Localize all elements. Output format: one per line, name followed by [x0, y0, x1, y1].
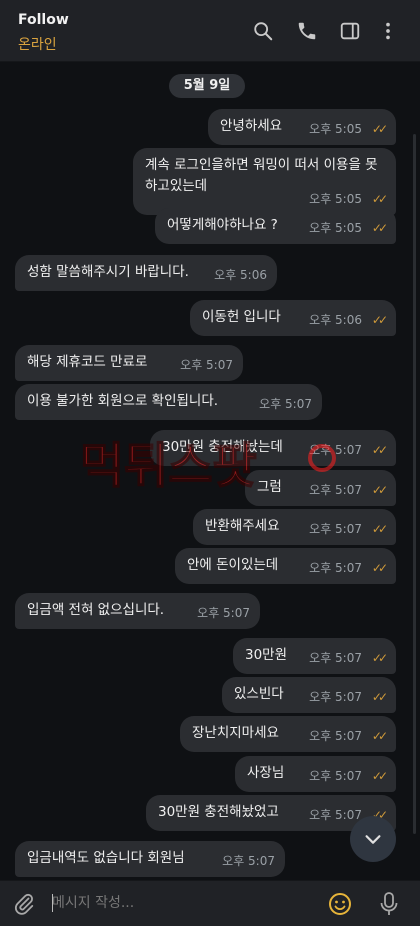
scroll-to-bottom-button[interactable]: [350, 816, 396, 862]
read-receipt-icon: ✓✓: [371, 729, 388, 743]
message-text: 사장님: [247, 765, 285, 781]
microphone-icon[interactable]: [378, 891, 400, 917]
read-receipt-icon: ✓✓: [371, 483, 388, 497]
read-receipt-icon: ✓✓: [371, 192, 388, 206]
read-receipt-icon: ✓✓: [371, 313, 388, 327]
message-input[interactable]: 메시지 작성...: [52, 891, 302, 915]
outgoing-message[interactable]: 안녕하세요 오후 5:05 ✓✓: [208, 109, 396, 145]
outgoing-message[interactable]: 계속 로그인을하면 워밍이 떠서 이용을 못하고있는데 오후 5:05 ✓✓: [133, 148, 396, 215]
message-time: 오후 5:05: [309, 221, 362, 235]
message-text: 어떻게해야하나요 ?: [167, 217, 278, 233]
incoming-message[interactable]: 성함 말씀해주시기 바랍니다. 오후 5:06: [15, 255, 277, 291]
message-text: 그럼: [257, 479, 282, 495]
message-time: 오후 5:06: [309, 313, 362, 327]
read-receipt-icon: ✓✓: [371, 690, 388, 704]
scrollbar[interactable]: [413, 134, 416, 834]
message-time: 오후 5:07: [309, 561, 362, 575]
outgoing-message[interactable]: 안에 돈이있는데 오후 5:07 ✓✓: [175, 548, 396, 584]
message-text: 30만원: [245, 647, 288, 663]
outgoing-message[interactable]: 사장님 오후 5:07 ✓✓: [235, 756, 396, 792]
message-text: 30만원 충전해놨었고: [158, 804, 279, 820]
incoming-message[interactable]: 이용 불가한 회원으로 확인됩니다. 오후 5:07: [15, 384, 322, 420]
outgoing-message[interactable]: 이동헌 입니다 오후 5:06 ✓✓: [190, 300, 396, 336]
incoming-message[interactable]: 입금내역도 없습니다 회원님 오후 5:07: [15, 841, 285, 877]
incoming-message[interactable]: 입금액 전혀 없으십니다. 오후 5:07: [15, 593, 260, 629]
message-time: 오후 5:05: [309, 192, 362, 206]
message-list[interactable]: 5월 9일 안녕하세요 오후 5:05 ✓✓ 계속 로그인을하면 워밍이 떠서 이용을…: [0, 62, 420, 880]
chat-header: Follow 온라인: [0, 0, 420, 62]
read-receipt-icon: ✓✓: [371, 122, 388, 136]
outgoing-message[interactable]: 있스빈다 오후 5:07 ✓✓: [222, 677, 396, 713]
outgoing-message[interactable]: 그럼 오후 5:07 ✓✓: [245, 470, 396, 506]
message-time: 오후 5:07: [309, 651, 362, 665]
incoming-message[interactable]: 해당 제휴코드 만료로 오후 5:07: [15, 345, 243, 381]
message-time: 오후 5:05: [309, 122, 362, 136]
chat-title[interactable]: Follow: [18, 12, 69, 28]
phone-icon[interactable]: [296, 20, 318, 42]
message-text: 반환해주세요: [205, 518, 280, 534]
read-receipt-icon: ✓✓: [371, 769, 388, 783]
read-receipt-icon: ✓✓: [371, 522, 388, 536]
message-time: 오후 5:07: [309, 483, 362, 497]
message-time: 오후 5:07: [259, 397, 312, 411]
message-text: 성함 말씀해주시기 바랍니다.: [27, 264, 189, 280]
message-time: 오후 5:07: [309, 522, 362, 536]
read-receipt-icon: ✓✓: [371, 443, 388, 457]
message-time: 오후 5:06: [214, 268, 267, 282]
message-time: 오후 5:07: [309, 443, 362, 457]
outgoing-message[interactable]: 반환해주세요 오후 5:07 ✓✓: [193, 509, 396, 545]
message-time: 오후 5:07: [309, 690, 362, 704]
message-text: 이동헌 입니다: [202, 309, 281, 325]
message-text: 장난치지마세요: [192, 725, 279, 741]
message-time: 오후 5:07: [222, 854, 275, 868]
message-text: 안에 돈이있는데: [187, 557, 279, 573]
read-receipt-icon: ✓✓: [371, 561, 388, 575]
date-separator: 5월 9일: [169, 74, 245, 98]
message-text: 30만원 충전해놨는데: [162, 439, 283, 455]
outgoing-message[interactable]: 장난치지마세요 오후 5:07 ✓✓: [180, 716, 396, 752]
message-time: 오후 5:07: [309, 808, 362, 822]
message-text: 해당 제휴코드 만료로: [27, 354, 148, 370]
emoji-icon[interactable]: [328, 892, 352, 916]
chevron-down-icon: [365, 835, 381, 844]
more-icon[interactable]: [377, 20, 399, 42]
message-text: 안녕하세요: [220, 118, 283, 134]
outgoing-message[interactable]: 어떻게해야하나요 ? 오후 5:05 ✓✓: [155, 208, 396, 244]
outgoing-message[interactable]: 30만원 충전해놨는데 오후 5:07 ✓✓: [150, 430, 396, 466]
read-receipt-icon: ✓✓: [371, 651, 388, 665]
message-time: 오후 5:07: [197, 606, 250, 620]
read-receipt-icon: ✓✓: [371, 221, 388, 235]
online-status: 온라인: [18, 37, 57, 53]
sidebar-toggle-icon[interactable]: [339, 20, 361, 42]
message-composer: 메시지 작성...: [0, 880, 420, 926]
message-text: 이용 불가한 회원으로 확인됩니다.: [27, 393, 219, 409]
message-text: 있스빈다: [234, 686, 284, 702]
message-text: 입금내역도 없습니다 회원님: [27, 850, 185, 866]
message-time: 오후 5:07: [180, 358, 233, 372]
search-icon[interactable]: [252, 20, 274, 42]
message-text: 입금액 전혀 없으십니다.: [27, 602, 165, 618]
message-time: 오후 5:07: [309, 729, 362, 743]
outgoing-message[interactable]: 30만원 오후 5:07 ✓✓: [233, 638, 396, 674]
attach-icon[interactable]: [12, 892, 36, 916]
message-time: 오후 5:07: [309, 769, 362, 783]
